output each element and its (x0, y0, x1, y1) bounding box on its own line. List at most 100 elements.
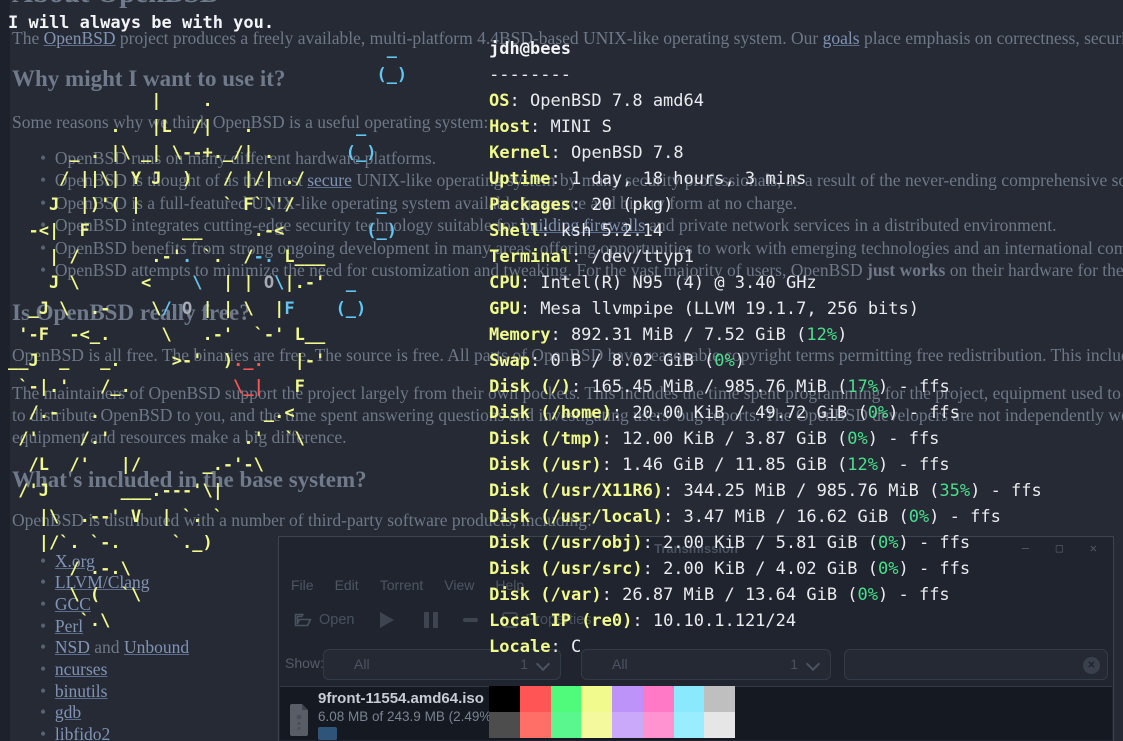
start-torrent-icon[interactable] (380, 612, 394, 628)
browser-text: OpenBSD is distributed with a number of … (12, 510, 592, 530)
browser-text: OpenBSD attempts to minimize the need fo… (55, 260, 867, 280)
browser-list-item: • libfido2 (40, 724, 110, 741)
browser-link[interactable]: OpenBSD (44, 28, 116, 48)
browser-text: The (12, 28, 44, 48)
browser-link[interactable]: GCC (55, 594, 91, 614)
page-heading: About OpenBSD (12, 0, 221, 10)
browser-text: OpenBSD is all free. The binaries are fr… (12, 345, 1123, 365)
open-button-label: Open (319, 612, 354, 628)
menu-bar: File Edit Torrent View Help (291, 577, 524, 593)
browser-list-item: • OpenBSD is thought of as the most secu… (40, 170, 1123, 191)
browser-text: OpenBSD runs on many different hardware … (55, 148, 436, 168)
browser-paragraph-line: to distribute OpenBSD to you, and the ti… (12, 405, 1123, 426)
tracker-filter-value: All (612, 656, 628, 672)
bullet: • (40, 572, 55, 592)
browser-link[interactable]: X.org (55, 551, 95, 571)
filter-bar: Show: All 1 All 1 ✕ (279, 648, 1113, 681)
bullet: • (40, 594, 55, 614)
browser-paragraph-line: The OpenBSD project produces a freely av… (12, 28, 1123, 49)
window-title: Transmission (279, 541, 1113, 556)
menu-edit[interactable]: Edit (335, 577, 359, 593)
browser-list-item: • binutils (40, 681, 107, 702)
browser-list-item: • OpenBSD runs on many different hardwar… (40, 148, 436, 169)
minimize-icon[interactable]: – (1022, 541, 1029, 555)
browser-text: OpenBSD is a full-featured UNIX-like ope… (55, 193, 797, 213)
browser-link[interactable]: libfido2 (55, 724, 110, 741)
transmission-titlebar[interactable]: Transmission – □ ✕ (279, 537, 1113, 559)
browser-text: on their hardware for their application. (945, 260, 1123, 280)
status-filter-count: 1 (520, 656, 528, 672)
browser-link[interactable]: building firewalls (521, 215, 645, 235)
browser-paragraph-line: equipment and resources make a big diffe… (12, 427, 346, 448)
browser-link[interactable]: secure (307, 170, 352, 190)
browser-list-item: • X.org (40, 551, 95, 572)
browser-text: and (90, 637, 124, 657)
browser-text: equipment and resources make a big diffe… (12, 427, 346, 447)
remove-torrent-icon[interactable] (463, 618, 478, 622)
browser-paragraph-line: Some reasons why we think OpenBSD is a u… (12, 112, 488, 133)
browser-text: About OpenBSD (12, 0, 221, 9)
browser-text: and private network services in a distri… (645, 215, 1057, 235)
browser-list-item: • OpenBSD integrates cutting-edge securi… (40, 215, 1057, 236)
browser-list-item: • Perl (40, 616, 83, 637)
pause-torrent-icon[interactable] (424, 612, 429, 628)
bullet: • (40, 551, 55, 571)
browser-list-item: • LLVM/Clang (40, 572, 150, 593)
browser-heading: What's included in the base system? (12, 467, 367, 493)
desktop: About OpenBSD The OpenBSD project produce… (0, 0, 1123, 741)
properties-icon (502, 612, 518, 628)
open-folder-icon (294, 613, 312, 628)
torrent-name: 9front-11554.amd64.iso (318, 690, 484, 707)
chevron-down-icon (806, 657, 820, 671)
bullet: • (40, 215, 55, 235)
tracker-filter-dropdown[interactable]: All 1 (581, 649, 831, 680)
browser-link[interactable]: Unbound (124, 637, 189, 657)
browser-text: OpenBSD integrates cutting-edge security… (55, 215, 521, 235)
bullet: • (40, 616, 55, 636)
menu-torrent[interactable]: Torrent (380, 577, 424, 593)
open-torrent-button[interactable]: Open (294, 612, 354, 628)
browser-link[interactable]: NSD (55, 637, 90, 657)
browser-link[interactable]: gdb (55, 702, 81, 722)
bullet: • (40, 659, 55, 679)
transmission-window: Transmission – □ ✕ File Edit Torrent Vie… (278, 536, 1114, 741)
browser-text: What's included in the base system? (12, 467, 367, 492)
bullet: • (40, 702, 55, 722)
chevron-down-icon (536, 657, 550, 671)
menu-view[interactable]: View (444, 577, 474, 593)
bullet: • (40, 170, 55, 190)
close-icon[interactable]: ✕ (1090, 541, 1097, 555)
status-filter-value: All (354, 656, 370, 672)
maximize-icon[interactable]: □ (1056, 541, 1063, 555)
browser-text: OpenBSD benefits from strong ongoing dev… (55, 238, 1123, 258)
browser-text: to distribute OpenBSD to you, and the ti… (12, 405, 1123, 425)
bullet: • (40, 193, 55, 213)
browser-link[interactable]: LLVM/Clang (55, 572, 150, 592)
menu-help[interactable]: Help (495, 577, 524, 593)
browser-link[interactable]: Perl (55, 616, 83, 636)
bullet: • (40, 148, 55, 168)
browser-link[interactable]: binutils (55, 681, 108, 701)
torrent-progress-bar (318, 727, 1088, 740)
browser-link[interactable]: goals (823, 28, 860, 48)
bullet: • (40, 724, 55, 741)
browser-text: place emphasis on correctness, security,… (860, 28, 1123, 48)
browser-link[interactable]: ncurses (55, 659, 107, 679)
search-input[interactable] (853, 652, 1075, 677)
status-filter-dropdown[interactable]: All 1 (323, 649, 561, 680)
clear-search-icon[interactable]: ✕ (1083, 657, 1100, 674)
properties-button-label: Properties (525, 612, 591, 628)
bullet: • (40, 681, 55, 701)
properties-button[interactable]: Properties (502, 612, 591, 628)
browser-text: OpenBSD is thought of as the most (55, 170, 307, 190)
browser-text: Is OpenBSD really free? (12, 300, 251, 325)
file-icon (288, 704, 310, 736)
menu-file[interactable]: File (291, 577, 314, 593)
browser-list-item: • NSD and Unbound (40, 637, 189, 658)
browser-paragraph-line: OpenBSD is distributed with a number of … (12, 510, 592, 531)
browser-list-item: • OpenBSD is a full-featured UNIX-like o… (40, 193, 797, 214)
browser-paragraph-line: OpenBSD is all free. The binaries are fr… (12, 345, 1123, 366)
torrent-row[interactable]: 9front-11554.amd64.iso 6.08 MB of 243.9 … (280, 687, 1112, 741)
search-box: ✕ (844, 649, 1108, 680)
torrent-progress-fill (318, 727, 337, 740)
